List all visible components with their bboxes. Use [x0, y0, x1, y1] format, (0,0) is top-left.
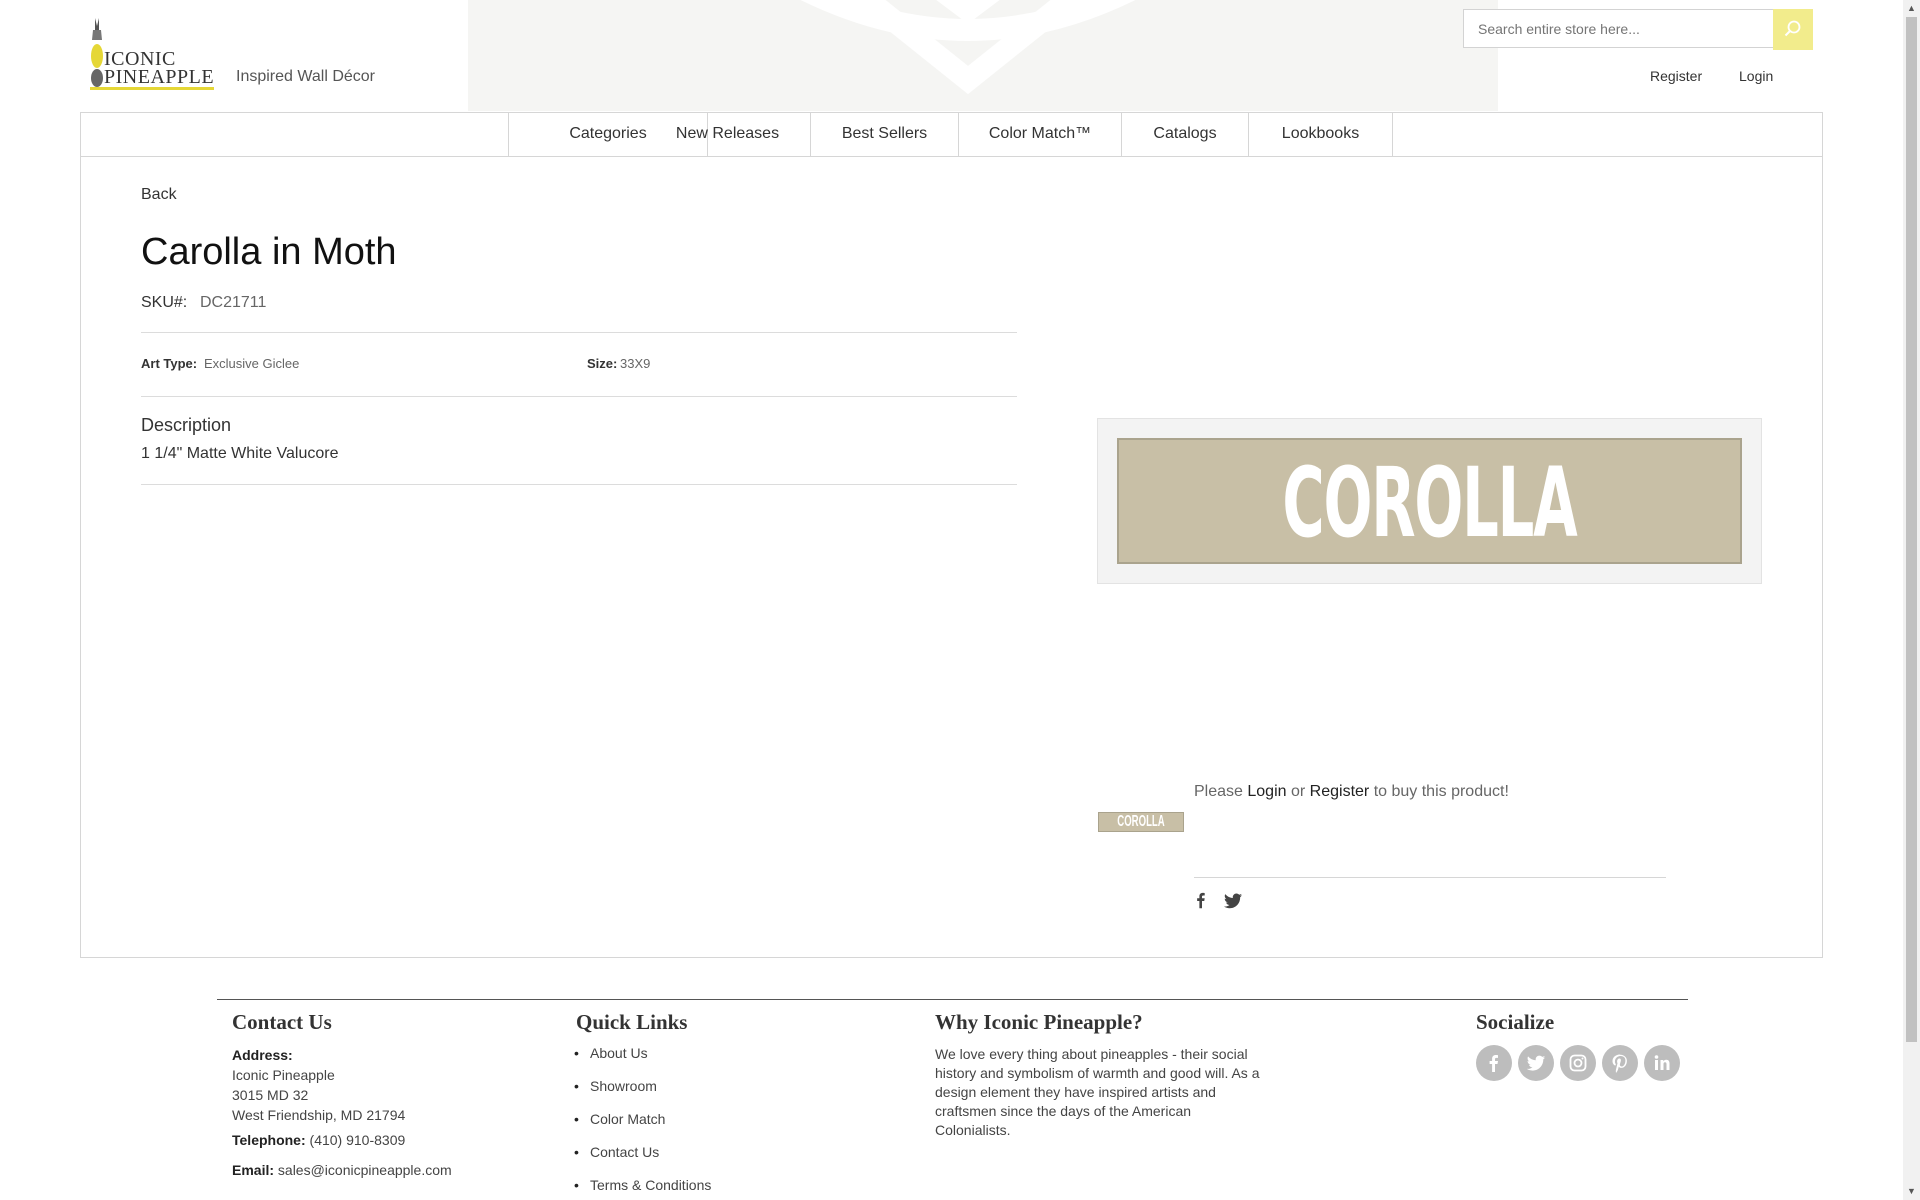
instagram-icon[interactable]	[1560, 1045, 1596, 1081]
quick-link-showroom[interactable]: Showroom	[574, 1078, 657, 1094]
buy-msg-prefix: Please	[1194, 783, 1243, 800]
size-label: Size:	[587, 356, 618, 371]
logo-underline	[90, 87, 214, 90]
art-type-label: Art Type:	[141, 356, 198, 371]
why-text: We love every thing about pineapples - t…	[935, 1046, 1260, 1138]
quick-link-terms[interactable]: Terms & Conditions	[574, 1177, 711, 1193]
main-navigation: Categories New Releases Best Sellers Col…	[80, 112, 1823, 157]
product-artwork: COROLLA	[1117, 438, 1742, 564]
description-heading: Description	[141, 415, 232, 435]
nav-color-match[interactable]: Color Match™	[959, 112, 1122, 156]
search-icon	[1784, 20, 1801, 37]
sku-label: SKU#:	[141, 294, 188, 311]
header-decoration	[468, 0, 1498, 111]
sku-value: DC21711	[200, 294, 267, 311]
telephone: Telephone: (410) 910-8309	[232, 1132, 405, 1148]
address-line2: 3015 MD 32	[232, 1087, 309, 1103]
art-type-value: Exclusive Giclee	[204, 356, 300, 371]
facebook-icon[interactable]	[1476, 1045, 1512, 1081]
divider	[141, 396, 1017, 397]
search-input[interactable]	[1463, 9, 1774, 48]
why-heading: Why Iconic Pineapple?	[935, 1010, 1143, 1034]
product-image[interactable]: COROLLA	[1097, 418, 1762, 584]
linkedin-icon[interactable]	[1644, 1045, 1680, 1081]
scroll-down-icon[interactable]: ▼	[1903, 1183, 1920, 1200]
pineapple-icon	[91, 18, 103, 87]
buy-msg-suffix: to buy this product!	[1373, 783, 1509, 800]
address-label: Address:	[232, 1047, 293, 1063]
description-text: 1 1/4" Matte White Valucore	[141, 445, 339, 462]
size-value: 33X9	[620, 356, 651, 371]
facebook-share-icon[interactable]	[1193, 892, 1209, 910]
quick-link-contact-us[interactable]: Contact Us	[574, 1144, 659, 1160]
tagline: Inspired Wall Décor	[236, 68, 376, 85]
scroll-up-icon[interactable]: ▲	[1903, 0, 1920, 17]
product-thumbnail[interactable]: COROLLA	[1098, 812, 1184, 832]
email-label: Email:	[232, 1162, 275, 1178]
register-link[interactable]: Register	[1650, 68, 1702, 84]
login-link[interactable]: Login	[1739, 68, 1773, 84]
search-button[interactable]	[1773, 9, 1813, 50]
thumbnail-text: COROLLA	[1117, 813, 1165, 830]
buy-msg-or: or	[1290, 783, 1306, 800]
quick-link-color-match[interactable]: Color Match	[574, 1111, 666, 1127]
divider	[141, 484, 1017, 485]
telephone-value[interactable]: (410) 910-8309	[310, 1132, 406, 1148]
nav-new-releases[interactable]: New Releases	[645, 112, 811, 156]
login-to-buy-message: Please Login or Register to buy this pro…	[1194, 783, 1509, 801]
contact-heading: Contact Us	[232, 1010, 332, 1034]
buy-register-link[interactable]: Register	[1310, 783, 1370, 800]
back-link[interactable]: Back	[141, 186, 177, 204]
twitter-icon[interactable]	[1518, 1045, 1554, 1081]
logo-text-pineapple: PINEAPPLE	[104, 66, 215, 88]
share-divider	[1194, 877, 1666, 878]
product-title: Carolla in Moth	[141, 231, 397, 273]
email-value[interactable]: sales@iconicpineapple.com	[278, 1162, 452, 1178]
quick-links-heading: Quick Links	[576, 1010, 688, 1034]
socialize-heading: Socialize	[1476, 1010, 1555, 1034]
page-scrollbar[interactable]: ▲ ▼	[1903, 0, 1920, 1200]
pinterest-icon[interactable]	[1602, 1045, 1638, 1081]
address-line3: West Friendship, MD 21794	[232, 1107, 406, 1123]
telephone-label: Telephone:	[232, 1132, 306, 1148]
divider	[141, 332, 1017, 333]
buy-login-link[interactable]: Login	[1247, 783, 1286, 800]
footer-divider	[217, 999, 1688, 1000]
artwork-text: COROLLA	[1282, 447, 1577, 559]
quick-link-about-us[interactable]: About Us	[574, 1045, 647, 1061]
address-line1: Iconic Pineapple	[232, 1067, 335, 1083]
nav-lookbooks[interactable]: Lookbooks	[1249, 112, 1393, 156]
twitter-share-icon[interactable]	[1224, 892, 1242, 910]
nav-catalogs[interactable]: Catalogs	[1122, 112, 1249, 156]
nav-best-sellers[interactable]: Best Sellers	[811, 112, 959, 156]
site-logo[interactable]: ICONIC PINEAPPLE	[90, 14, 214, 90]
email: Email: sales@iconicpineapple.com	[232, 1162, 452, 1178]
scroll-thumb[interactable]	[1906, 17, 1917, 1042]
